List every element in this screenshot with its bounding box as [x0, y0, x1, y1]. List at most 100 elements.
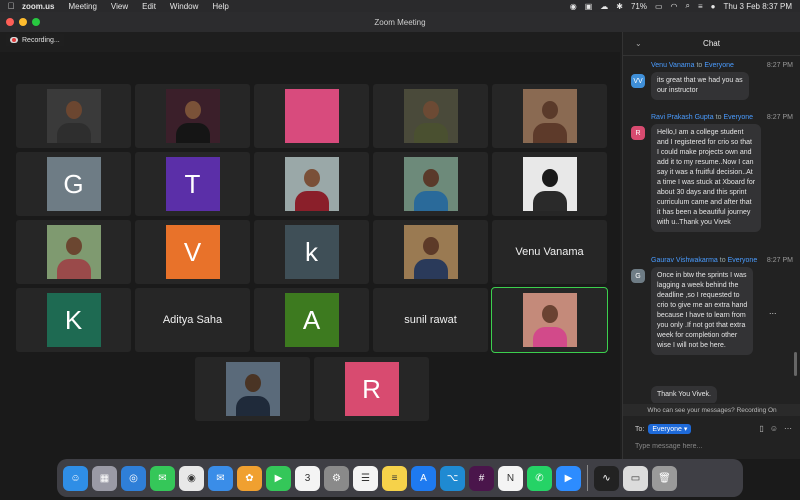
participant-tile[interactable]: k: [254, 220, 369, 284]
finder-icon[interactable]: ☺: [63, 465, 88, 491]
chat-header: ⌄ Chat: [623, 32, 800, 56]
activity-monitor-icon[interactable]: ∿: [594, 465, 619, 491]
launchpad-icon[interactable]: ▦: [92, 465, 117, 491]
apple-icon[interactable]: : [0, 1, 22, 11]
recipient-name: Everyone: [727, 257, 758, 264]
recording-indicator[interactable]: Recording...: [6, 34, 64, 46]
participant-tile[interactable]: [373, 84, 488, 148]
zoom-status-icon[interactable]: ▣: [585, 2, 593, 11]
message-line: because I have to learn from: [657, 312, 746, 319]
participant-tile[interactable]: [373, 220, 488, 284]
menu-meeting[interactable]: Meeting: [68, 2, 96, 11]
close-button[interactable]: [6, 18, 14, 26]
message-bubble[interactable]: Thank You Vivek.: [651, 386, 717, 403]
participant-tile[interactable]: [254, 84, 369, 148]
wifi-icon[interactable]: ◠: [671, 2, 678, 11]
menu-view[interactable]: View: [111, 2, 128, 11]
notes-icon[interactable]: ≡: [382, 465, 407, 491]
sender-name[interactable]: Venu Vanama: [651, 62, 694, 69]
message-line: it has been a beautiful journey: [657, 209, 751, 216]
message-bubble[interactable]: Hello,I am a college student and I regist…: [651, 124, 762, 232]
participant-tile[interactable]: [491, 287, 608, 353]
screen-record-icon[interactable]: ◉: [570, 2, 577, 11]
bluetooth-icon[interactable]: ✱: [616, 2, 623, 11]
zoom-icon[interactable]: ▶: [556, 465, 581, 491]
emoji-icon[interactable]: ☺: [770, 424, 778, 433]
system-preferences-icon[interactable]: ⚙: [324, 465, 349, 491]
menu-edit[interactable]: Edit: [142, 2, 156, 11]
app-store-icon[interactable]: A: [411, 465, 436, 491]
participant-tile[interactable]: [373, 152, 488, 216]
more-icon[interactable]: ⋯: [784, 424, 792, 433]
message-more-button[interactable]: ...: [769, 306, 781, 316]
slack-icon[interactable]: #: [469, 465, 494, 491]
battery-icon[interactable]: ▭: [655, 2, 663, 11]
chat-panel: ⌄ Chat Venu Vanama to Everyone 8:27 PM VV its…: [622, 32, 800, 459]
notion-icon[interactable]: N: [498, 465, 523, 491]
participant-tile[interactable]: [492, 84, 607, 148]
control-center-icon[interactable]: ≡: [698, 2, 703, 11]
sender-name[interactable]: Ravi Prakash Gupta: [651, 114, 714, 121]
participant-name: Aditya Saha: [162, 314, 223, 326]
participant-tile[interactable]: [16, 220, 131, 284]
menu-app-name[interactable]: zoom.us: [22, 2, 54, 11]
recipient-dropdown[interactable]: Everyone ▾: [648, 424, 692, 434]
participant-tile[interactable]: [254, 152, 369, 216]
participant-tile[interactable]: sunil rawat: [373, 288, 488, 352]
chat-scrollbar[interactable]: [794, 352, 797, 376]
message-line: say it was a fruitful decision..At: [657, 169, 753, 176]
message-bubble[interactable]: Once in btw the sprints I was lagging a w…: [651, 267, 754, 355]
battery-percent[interactable]: 71%: [631, 2, 647, 11]
participant-tile[interactable]: Venu Vanama: [492, 220, 607, 284]
participant-tile[interactable]: [135, 84, 250, 148]
participant-tile[interactable]: [16, 84, 131, 148]
trash-icon[interactable]: 🗑: [652, 465, 677, 491]
participant-tile[interactable]: A: [254, 288, 369, 352]
chrome-icon[interactable]: ◉: [179, 465, 204, 491]
participant-tile[interactable]: G: [16, 152, 131, 216]
file-icon[interactable]: ▯: [759, 424, 763, 433]
siri-icon[interactable]: ●: [711, 2, 716, 11]
participant-avatar: [284, 89, 339, 143]
participant-tile[interactable]: T: [135, 152, 250, 216]
reminders-icon[interactable]: ☰: [353, 465, 378, 491]
preview-icon[interactable]: ▭: [623, 465, 648, 491]
messages-icon[interactable]: ✉: [150, 465, 175, 491]
search-icon[interactable]: ⌕: [686, 1, 690, 11]
message-time: 8:27 PM: [766, 62, 793, 69]
message-line: lagging a week behind the: [657, 282, 739, 289]
menu-help[interactable]: Help: [212, 2, 228, 11]
minimize-button[interactable]: [19, 18, 27, 26]
participant-tile[interactable]: V: [135, 220, 250, 284]
message-line: add it to my resume..Now I can: [657, 159, 754, 166]
calendar-icon[interactable]: 3: [295, 465, 320, 491]
facetime-icon[interactable]: ▶: [266, 465, 291, 491]
message-bubble[interactable]: its great that we had you as our instruct…: [651, 72, 749, 100]
message-line: deadline ,so I requested to: [657, 292, 740, 299]
fullscreen-button[interactable]: [32, 18, 40, 26]
to-word: to: [719, 257, 726, 264]
message-input[interactable]: [635, 440, 795, 452]
message-line: Thank You Vivek.: [657, 391, 711, 398]
vscode-icon[interactable]: ⌥: [440, 465, 465, 491]
menubar-status: ◉ ▣ ☁ ✱ 71% ▭ ◠ ⌕ ≡ ● Thu 3 Feb 8:37 PM: [570, 1, 800, 11]
menubar-datetime[interactable]: Thu 3 Feb 8:37 PM: [724, 2, 792, 11]
recipient-name: Everyone: [704, 62, 734, 69]
sender-name[interactable]: Gaurav Vishwakarma: [651, 257, 718, 264]
safari-icon[interactable]: ◎: [121, 465, 146, 491]
mail-icon[interactable]: ✉: [208, 465, 233, 491]
who-can-see-bar[interactable]: Who can see your messages? Recording On: [623, 404, 800, 416]
cloud-icon[interactable]: ☁: [600, 2, 608, 11]
participant-tile[interactable]: [195, 357, 310, 421]
participant-tile[interactable]: K: [16, 288, 131, 352]
participant-tile[interactable]: R: [314, 357, 429, 421]
chat-messages[interactable]: Venu Vanama to Everyone 8:27 PM VV its great …: [623, 56, 800, 403]
message-line: week for completion other: [657, 332, 738, 339]
whatsapp-icon[interactable]: ✆: [527, 465, 552, 491]
participant-tile[interactable]: Aditya Saha: [135, 288, 250, 352]
photos-icon[interactable]: ✿: [237, 465, 262, 491]
participant-tile[interactable]: [492, 152, 607, 216]
menu-window[interactable]: Window: [170, 2, 198, 11]
participant-video: [46, 89, 101, 143]
chevron-down-icon[interactable]: ⌄: [635, 39, 642, 48]
